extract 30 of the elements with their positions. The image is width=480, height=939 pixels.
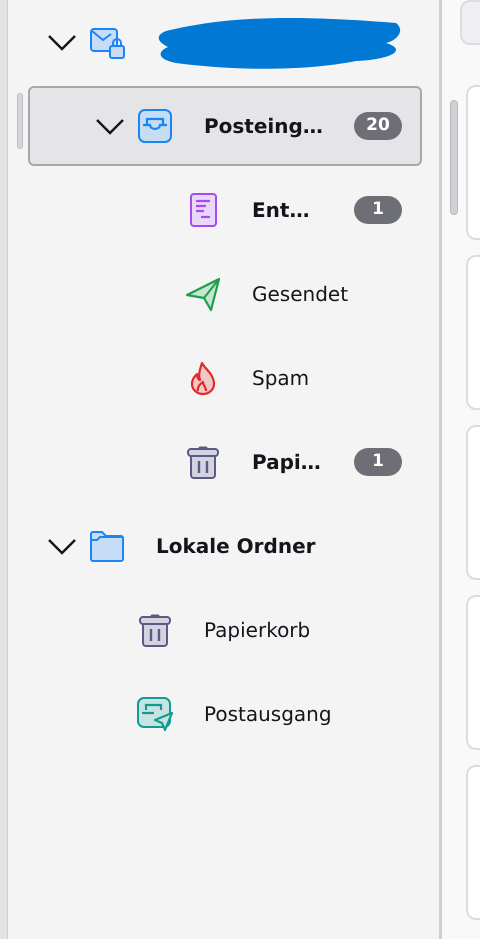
trash-can-icon: [185, 444, 221, 480]
folder-row[interactable]: Postausgang: [28, 672, 422, 756]
unread-count: 1: [354, 448, 402, 476]
folder-name: Papi…: [252, 449, 322, 476]
folder-row[interactable]: Spam: [28, 336, 422, 420]
folder-row[interactable]: Papi… 1: [28, 420, 422, 504]
chevron-down-icon[interactable]: [95, 117, 125, 135]
folder-icon: [89, 528, 125, 564]
trash-can-icon: [137, 612, 173, 648]
outbox-tray-icon: [137, 696, 173, 732]
folder-row[interactable]: Gesendet: [28, 252, 422, 336]
folder-name: Gesendet: [252, 281, 350, 308]
scrollbar-thumb[interactable]: [450, 100, 458, 215]
chevron-down-icon[interactable]: [47, 537, 77, 555]
folder-row[interactable]: Ent… 1: [28, 168, 422, 252]
unread-count: 20: [354, 112, 402, 140]
folder-row[interactable]: Lokale Ordner: [28, 504, 422, 588]
folder-row[interactable]: Papierkorb: [28, 588, 422, 672]
folder-name: Papierkorb: [204, 617, 312, 644]
paper-plane-icon: [185, 276, 221, 312]
inbox-tray-icon: [137, 108, 173, 144]
folder-name: Lokale Ordner: [156, 533, 317, 560]
unread-count: 1: [354, 196, 402, 224]
resize-handle[interactable]: [17, 93, 23, 149]
folder-name: Ent…: [252, 197, 310, 224]
folder-name: Posteing…: [204, 113, 324, 140]
folder-name: Postausgang: [204, 701, 333, 728]
folder-row[interactable]: Posteing… 20: [28, 86, 422, 166]
folder-name: Spam: [252, 365, 310, 392]
chevron-down-icon[interactable]: [47, 33, 77, 51]
